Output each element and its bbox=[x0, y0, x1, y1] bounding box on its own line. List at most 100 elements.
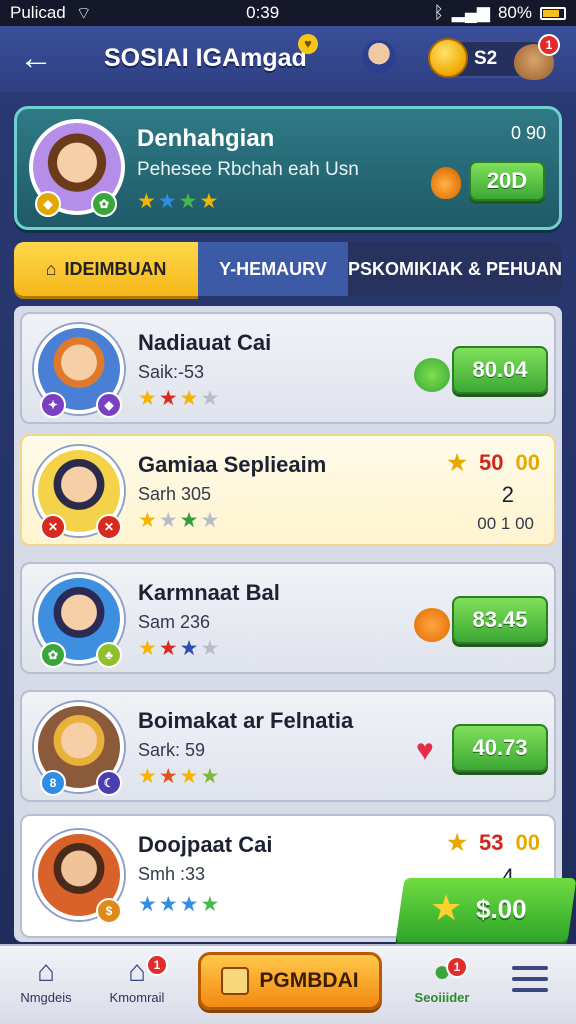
list-item[interactable]: 8 ☾ Boimakat ar Felnatia Sark: 59 ★ ★ ★ ★ ♥… bbox=[20, 690, 556, 802]
nav-home[interactable]: ⌂ Nmgdeis bbox=[14, 954, 78, 1005]
row-name: Karmnaat Bal bbox=[138, 580, 280, 605]
list-item[interactable]: ✕ ✕ Gamiaa Seplieaim Sarh 305 ★ ★ ★ ★ ★ 50 … bbox=[20, 434, 556, 546]
star-icon: ★ bbox=[200, 509, 220, 532]
tab-bar: ⌂ IDEIMBUAN Y-HEMAURV PSKOMIKIAK & PEHUA… bbox=[14, 242, 562, 296]
nav-label: Kmomrail bbox=[109, 990, 165, 1005]
star-icon: ★ bbox=[179, 893, 199, 916]
notification-badge: 1 bbox=[446, 956, 468, 978]
row-sub: Smh :33 bbox=[138, 864, 206, 884]
star-icon: ★ bbox=[158, 765, 178, 788]
title-badge-icon: ♥ bbox=[298, 34, 318, 54]
score-b: 00 bbox=[515, 450, 540, 475]
leaf-badge-icon: ✿ bbox=[40, 642, 66, 668]
tab-ideimbuan[interactable]: ⌂ IDEIMBUAN bbox=[14, 242, 198, 296]
bell-icon bbox=[414, 608, 450, 642]
center-action-button[interactable]: PGMBDAI bbox=[198, 952, 382, 1010]
potion-icon bbox=[431, 167, 461, 199]
status-bar: Pulicad ⌔ 0:39 ᛒ ▂▄▆ 80% bbox=[0, 0, 576, 26]
star-icon: ★ bbox=[138, 893, 157, 916]
player-value-button[interactable]: 20D bbox=[469, 161, 545, 201]
row-value-button[interactable]: 83.45 bbox=[452, 596, 548, 644]
leaf-badge-icon: ✿ bbox=[91, 191, 117, 217]
star-icon: ★ bbox=[158, 637, 178, 660]
gem-badge-icon: ◆ bbox=[96, 392, 122, 418]
nav-label: Nmgdeis bbox=[20, 990, 72, 1005]
player-score-small: 0 90 bbox=[511, 123, 547, 143]
star-icon: ★ bbox=[138, 387, 157, 410]
list-item[interactable]: ✦ ◆ Nadiauat Cai Saik:-53 ★ ★ ★ ★ 80.04 bbox=[20, 312, 556, 424]
back-arrow-icon[interactable]: ← bbox=[14, 40, 58, 78]
row-rating-stars: ★ ★ ★ ★ bbox=[138, 510, 219, 532]
row-time: 00 1 00 bbox=[477, 514, 534, 533]
number-badge-icon: 8 bbox=[40, 770, 66, 796]
nav-label: Seoiiider bbox=[414, 990, 470, 1005]
star-icon: ★ bbox=[137, 190, 156, 213]
row-score: ★ 50 00 bbox=[447, 450, 540, 476]
row-name: Gamiaa Seplieaim bbox=[138, 452, 327, 477]
heart-icon: ♥ bbox=[416, 734, 434, 767]
tab-hemaurv[interactable]: Y-HEMAURV bbox=[198, 242, 348, 296]
home-tab-icon: ⌂ bbox=[45, 258, 57, 279]
star-icon: ★ bbox=[158, 387, 178, 410]
star-icon: ★ bbox=[158, 893, 178, 916]
score-a: 53 bbox=[479, 830, 504, 855]
row-value-button[interactable]: 80.04 bbox=[452, 346, 548, 394]
menu-icon[interactable] bbox=[512, 966, 548, 994]
star-icon: ★ bbox=[200, 765, 220, 788]
leaderboard-list: ✦ ◆ Nadiauat Cai Saik:-53 ★ ★ ★ ★ 80.04 ✕ ✕… bbox=[14, 306, 562, 942]
row-name: Doojpaat Cai bbox=[138, 832, 273, 857]
page-title: SOSIAI IGAmgad bbox=[104, 44, 307, 72]
star-icon: ★ bbox=[447, 830, 468, 855]
row-rating-stars: ★ ★ ★ ★ bbox=[138, 894, 219, 916]
row-rating-stars: ★ ★ ★ ★ bbox=[138, 766, 219, 788]
player-name: Denhahgian bbox=[137, 125, 275, 152]
tab-label: Y-HEMAURV bbox=[219, 258, 327, 279]
star-icon: ★ bbox=[200, 387, 220, 410]
pet-notification-badge: 1 bbox=[538, 34, 560, 56]
star-icon: ★ bbox=[179, 387, 199, 410]
chat-icon: ● bbox=[432, 955, 452, 988]
player-subtitle: Pehesee Rbchah eah Usn bbox=[137, 159, 359, 180]
row-sub: Saik:-53 bbox=[138, 362, 205, 382]
row-rank: 2 bbox=[501, 482, 514, 507]
reward-value: $.00 bbox=[476, 894, 527, 924]
shield-badge-icon: ◆ bbox=[35, 191, 61, 217]
tab-label: IDEIMBUAN bbox=[64, 258, 167, 279]
star-icon: ★ bbox=[200, 893, 220, 916]
dollar-badge-icon: $ bbox=[96, 898, 122, 924]
battery-icon bbox=[540, 6, 566, 20]
center-action-label: PGMBDAI bbox=[259, 969, 359, 992]
star-icon: ★ bbox=[430, 887, 463, 928]
home-icon: ⌂ bbox=[36, 955, 56, 988]
notification-badge: 1 bbox=[146, 954, 168, 976]
row-sub: Sark: 59 bbox=[138, 740, 206, 760]
coin-icon bbox=[428, 38, 468, 78]
star-icon: ★ bbox=[179, 509, 199, 532]
coin-value: S2 bbox=[474, 48, 498, 69]
row-value-button[interactable]: 40.73 bbox=[452, 724, 548, 772]
row-name: Boimakat ar Felnatia bbox=[138, 708, 354, 733]
player-card[interactable]: ◆ ✿ Denhahgian Pehesee Rbchah eah Usn ★ ★… bbox=[14, 106, 562, 230]
cross-badge-icon: ✕ bbox=[40, 514, 66, 540]
score-b: 00 bbox=[515, 830, 540, 855]
carrier-label: Pulicad bbox=[10, 3, 66, 22]
star-icon: ★ bbox=[178, 190, 198, 213]
star-icon: ★ bbox=[138, 509, 157, 532]
star-icon: ★ bbox=[157, 190, 177, 213]
wifi-icon: ⌔ bbox=[75, 3, 92, 23]
avatar-icon[interactable] bbox=[362, 40, 396, 74]
star-icon: ★ bbox=[138, 765, 157, 788]
player-rating-stars: ★ ★ ★ ★ bbox=[137, 191, 218, 213]
cross-badge-icon: ✕ bbox=[96, 514, 122, 540]
box-icon bbox=[221, 967, 250, 995]
nav-seoiiider[interactable]: ● Seoiiider bbox=[404, 954, 480, 1005]
clock: 0:39 bbox=[246, 3, 280, 22]
star-icon: ★ bbox=[158, 509, 178, 532]
bolt-badge-icon: ✦ bbox=[40, 392, 66, 418]
tab-label: PSKOMIKIAK & PEHUAN bbox=[348, 258, 563, 279]
tab-pskomikiak[interactable]: PSKOMIKIAK & PEHUAN bbox=[348, 242, 562, 296]
row-sub: Sam 236 bbox=[138, 612, 211, 632]
row-sub: Sarh 305 bbox=[138, 484, 212, 504]
list-item[interactable]: ✿ ♣ Karmnaat Bal Sam 236 ★ ★ ★ ★ 83.45 bbox=[20, 562, 556, 674]
star-icon: ★ bbox=[138, 637, 157, 660]
